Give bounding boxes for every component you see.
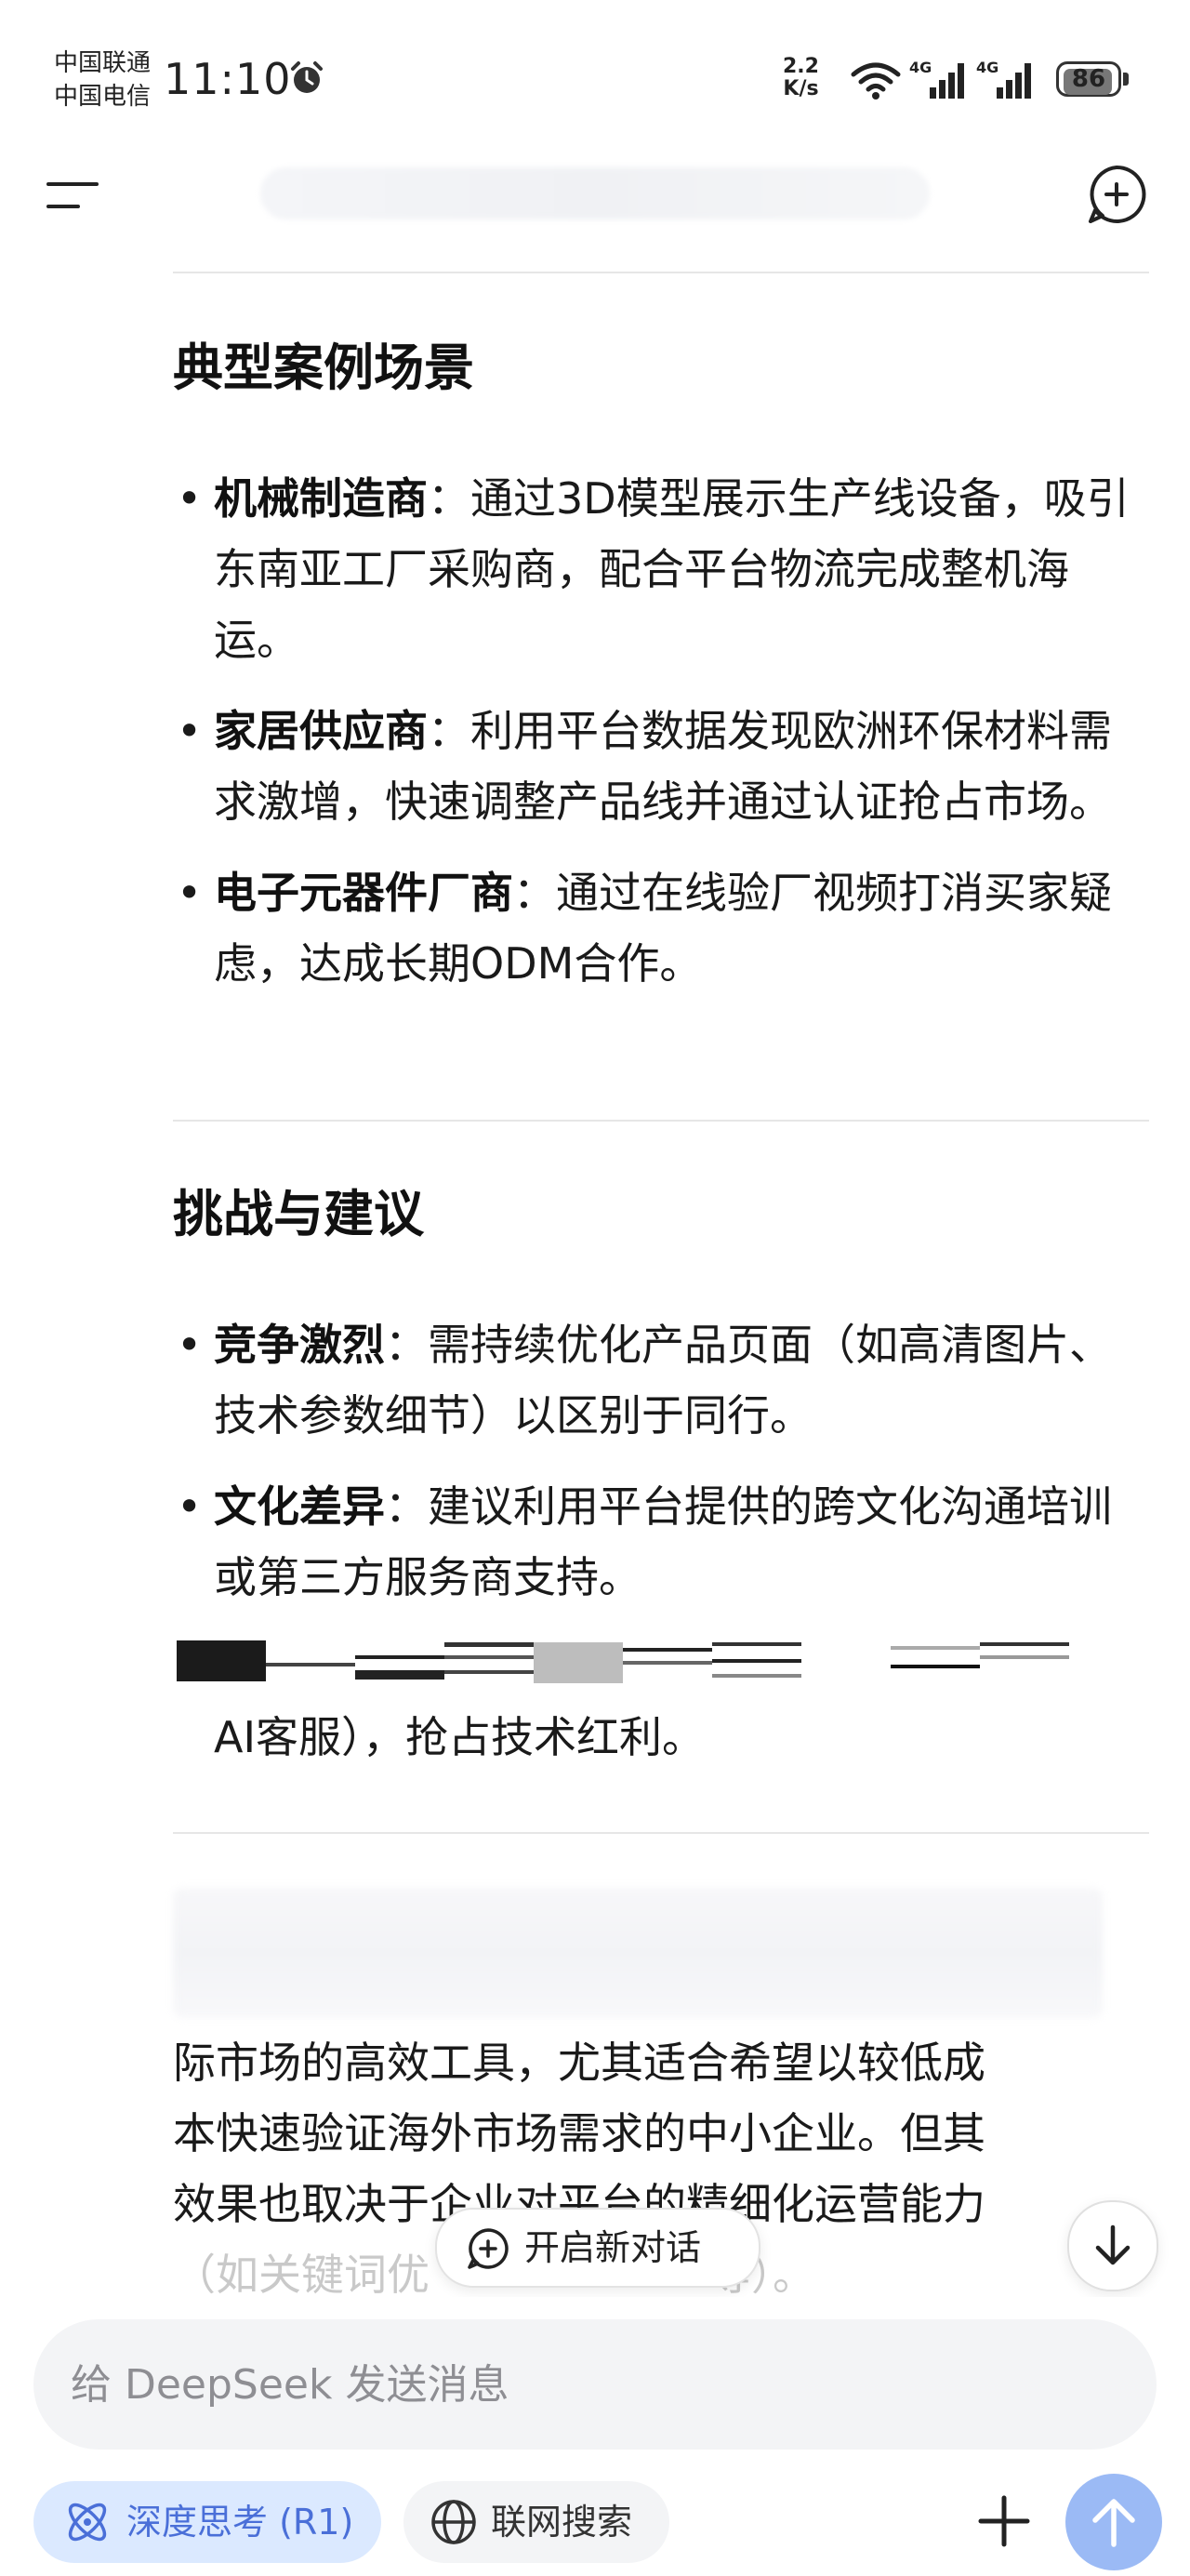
list-item: • 家居供应商：利用平台数据发现欧洲环保材料需求激增，快速调整产品线并通过认证抢占… [177,706,1112,827]
list-item: • 机械制造商：通过3D模型展示生产线设备，吸引东南亚工厂采购商，配合平台物流完成… [177,473,1130,665]
signal-2-label: 4G [976,59,998,76]
challenges-list: • 竞争激烈：需持续优化产品页面（如高清图片、技术参数细节）以区别于同行。 • 文化… [173,1309,1149,1633]
wifi-icon [851,62,901,100]
attach-plus-icon[interactable] [967,2479,1041,2563]
hamburger-menu-icon[interactable] [45,177,102,214]
list-item: • 文化差异：建议利用平台提供的跨文化沟通培训或第三方服务商支持。 [177,1481,1112,1602]
web-search-label: 联网搜索 [491,2502,633,2543]
status-bar: 中国联通 中国电信 11:10 2.2 K/s 4G 4G 86 [0,0,1190,139]
battery-level: 86 [1071,65,1106,93]
carrier-2: 中国电信 [54,83,152,111]
network-speed-value: 2.2 [783,55,819,78]
globe-icon [431,2500,476,2544]
network-speed-unit: K/s [783,77,819,100]
deep-think-label: 深度思考 (R1) [126,2502,354,2543]
summary-line-2: 本快速验证海外市场需求的中小企业。但其 [173,2108,985,2158]
alarm-clock-icon [291,61,323,93]
carrier-1: 中国联通 [54,49,152,77]
list-item-bold: 家居供应商 [214,706,428,756]
list-item-bold: 竞争激烈 [214,1320,385,1370]
section-title-cases: 典型案例场景 [173,339,474,397]
new-chat-label: 开启新对话 [524,2227,702,2268]
section-divider [173,1120,1149,1122]
redacted-paragraph [173,1888,1103,2018]
clock: 11:10 [164,54,292,104]
section-divider [173,1832,1149,1834]
list-item-bold: 文化差异 [214,1481,385,1532]
carrier-info: 中国联通 中国电信 [54,46,151,113]
summary-line-4: （如关键词优 [173,2250,430,2300]
battery-icon: 86 [1056,61,1130,99]
section-title-challenges: 挑战与建议 [173,1185,424,1243]
atom-icon [68,2503,107,2542]
deep-think-toggle[interactable]: 深度思考 (R1) [33,2481,381,2563]
network-speed: 2.2 K/s [783,56,819,100]
arrow-up-icon [1092,2499,1135,2547]
list-item-bold: 机械制造商 [214,473,428,524]
list-item: • 竞争激烈：需持续优化产品页面（如高清图片、技术参数细节）以区别于同行。 [177,1320,1112,1441]
header-divider [173,272,1149,273]
scroll-to-bottom-button[interactable] [1067,2200,1158,2291]
cell-signal-icon: 4G [909,59,964,99]
conversation-title-redacted [260,167,930,219]
truncated-list-text: AI客服），抢占技术红利。 [214,1712,706,1762]
cell-signal-icon-2: 4G [976,59,1031,99]
send-button[interactable] [1065,2474,1162,2570]
new-chat-button[interactable]: 开启新对话 [435,2208,760,2288]
message-input[interactable] [33,2319,1157,2450]
list-item-bold: 电子元器件厂商 [214,868,513,918]
arrow-down-icon [1095,2224,1130,2265]
web-search-toggle[interactable]: 联网搜索 [403,2481,669,2563]
rendering-glitch-bar [177,1640,1069,1683]
list-item: • 电子元器件厂商：通过在线验厂视频打消买家疑虑，达成长期ODM合作。 [177,868,1112,989]
cases-list: • 机械制造商：通过3D模型展示生产线设备，吸引东南亚工厂采购商，配合平台物流完成… [173,463,1149,1019]
signal-1-label: 4G [909,59,932,76]
new-chat-icon [468,2228,509,2269]
new-chat-icon[interactable] [1086,164,1147,225]
summary-line-1: 际市场的高效工具，尤其适合希望以较低成 [173,2038,985,2088]
